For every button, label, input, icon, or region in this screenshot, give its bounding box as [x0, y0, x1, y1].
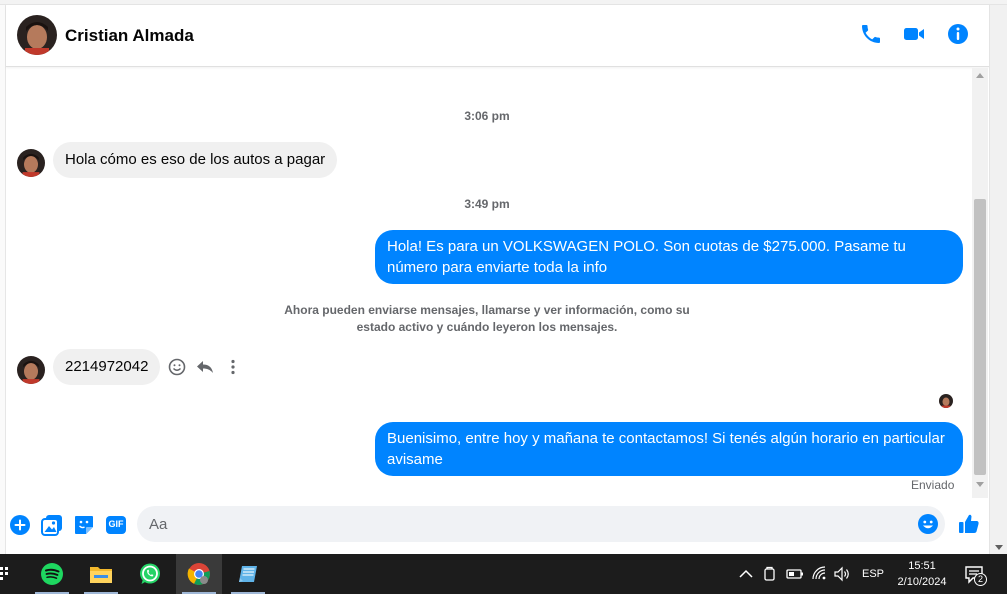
battery-icon[interactable] [786, 565, 804, 583]
like-icon[interactable] [957, 512, 981, 536]
gif-label: GIF [108, 519, 124, 529]
spotify-icon[interactable] [29, 554, 75, 594]
notepad-icon[interactable] [225, 554, 271, 594]
file-explorer-icon[interactable] [78, 554, 124, 594]
chat-scrollbar[interactable] [972, 68, 988, 498]
clock-time: 15:51 [908, 560, 936, 572]
outgoing-message[interactable]: Buenisimo, entre hoy y mañana te contact… [375, 422, 963, 476]
volume-icon[interactable] [833, 565, 851, 583]
system-notice: Ahora pueden enviarse mensajes, llamarse… [284, 303, 690, 334]
chrome-icon[interactable] [176, 554, 222, 594]
scroll-down-arrow[interactable] [976, 482, 984, 487]
message-thread[interactable]: 3:06 pm Hola cómo es eso de los autos a … [6, 68, 972, 498]
page-scroll-down-arrow[interactable] [995, 545, 1003, 550]
read-receipt-avatar [939, 394, 953, 408]
wifi-icon[interactable] [811, 565, 829, 583]
delivery-status: Enviado [911, 478, 955, 492]
incoming-message[interactable]: 2214972042 [53, 349, 161, 385]
more-options-icon[interactable] [223, 357, 243, 377]
sender-avatar[interactable] [17, 149, 45, 177]
notification-badge: 2 [974, 573, 987, 586]
timestamp: 3:49 pm [464, 197, 510, 211]
conversation-header: Cristian Almada [6, 5, 989, 67]
add-icon[interactable] [9, 514, 31, 536]
meet-now-icon[interactable] [761, 565, 779, 583]
contact-name[interactable]: Cristian Almada [65, 26, 194, 46]
task-view-icon[interactable] [0, 566, 10, 582]
incoming-message[interactable]: Hola cómo es eso de los autos a pagar [53, 142, 338, 178]
outgoing-message[interactable]: Hola! Es para un VOLKSWAGEN POLO. Son cu… [375, 230, 963, 284]
reply-icon[interactable] [195, 357, 215, 377]
image-icon[interactable] [41, 514, 63, 536]
video-camera-icon[interactable] [902, 22, 926, 46]
emoji-react-icon[interactable] [167, 357, 187, 377]
sticker-icon[interactable] [73, 514, 95, 536]
whatsapp-icon[interactable] [127, 554, 173, 594]
scroll-up-arrow[interactable] [976, 73, 984, 78]
message-input[interactable] [137, 506, 945, 542]
page-scrollbar[interactable] [989, 5, 1007, 554]
phone-icon[interactable] [859, 22, 883, 46]
system-clock[interactable]: 15:51 2/10/2024 [890, 558, 954, 590]
timestamp: 3:06 pm [464, 109, 510, 123]
info-icon[interactable] [946, 22, 970, 46]
chevron-up-icon[interactable] [737, 565, 755, 583]
clock-date: 2/10/2024 [897, 576, 947, 588]
notifications-icon[interactable]: 2 [964, 564, 987, 586]
emoji-icon[interactable] [917, 513, 939, 535]
message-composer: GIF [6, 498, 989, 554]
windows-taskbar: ESP 15:51 2/10/2024 2 [0, 554, 1007, 594]
contact-avatar[interactable] [17, 15, 57, 55]
gif-icon[interactable]: GIF [105, 514, 127, 536]
input-language[interactable]: ESP [862, 568, 884, 580]
scroll-thumb[interactable] [974, 199, 986, 475]
sender-avatar[interactable] [17, 356, 45, 384]
